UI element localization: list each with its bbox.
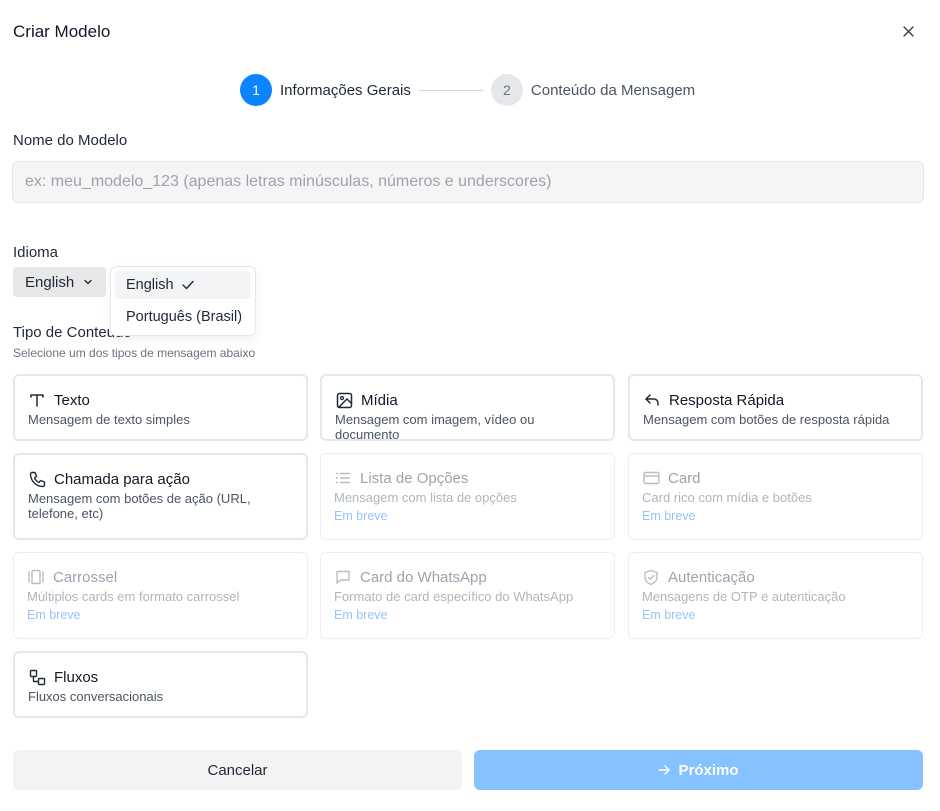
phone-icon xyxy=(28,470,46,488)
card-description: Formato de card específico do WhatsApp xyxy=(334,589,574,604)
stepper: 1 Informações Gerais 2 Conteúdo da Mensa… xyxy=(240,74,695,106)
content-type-card-text[interactable]: Texto Mensagem de texto simples xyxy=(13,374,308,441)
content-type-card-call-to-action[interactable]: Chamada para ação Mensagem com botões de… xyxy=(13,453,308,540)
list-icon xyxy=(334,469,352,487)
card-title: Resposta Rápida xyxy=(669,391,785,409)
check-icon xyxy=(181,280,194,290)
language-select-value: English xyxy=(25,273,75,291)
cancel-button[interactable]: Cancelar xyxy=(13,750,462,790)
content-type-card-card: Card Card rico com mídia e botões Em bre… xyxy=(628,453,923,540)
card-title: Texto xyxy=(54,391,90,409)
text-icon xyxy=(28,391,46,409)
name-field-label: Nome do Modelo xyxy=(13,132,128,149)
shield-check-icon xyxy=(642,568,660,586)
step-2-label: Conteúdo da Mensagem xyxy=(530,81,696,99)
coming-soon-label: Em breve xyxy=(334,509,388,523)
coming-soon-label: Em breve xyxy=(642,608,696,622)
coming-soon-label: Em breve xyxy=(27,608,81,622)
reply-icon xyxy=(643,391,661,409)
card-title: Mídia xyxy=(361,391,398,409)
name-input[interactable] xyxy=(12,161,924,203)
content-type-card-authentication: Autenticação Mensagens de OTP e autentic… xyxy=(628,552,923,639)
carousel-icon xyxy=(27,568,45,586)
content-type-card-media[interactable]: Mídia Mensagem com imagem, vídeo ou docu… xyxy=(320,374,615,442)
content-type-card-carousel: Carrossel Múltiplos cards em formato car… xyxy=(13,552,308,639)
modal-title: Criar Modelo xyxy=(13,22,111,41)
content-type-card-whatsapp-card: Card do WhatsApp Formato de card específ… xyxy=(320,552,615,639)
card-description: Múltiplos cards em formato carrossel xyxy=(27,589,240,604)
content-type-sublabel: Selecione um dos tipos de mensagem abaix… xyxy=(13,346,256,360)
coming-soon-label: Em breve xyxy=(642,509,696,523)
language-select[interactable]: English xyxy=(13,267,106,297)
card-title: Fluxos xyxy=(54,668,99,686)
message-square-icon xyxy=(334,568,352,586)
close-button[interactable] xyxy=(898,21,918,41)
card-title: Card xyxy=(668,469,701,487)
card-title: Autenticação xyxy=(668,568,755,586)
chevron-down-icon xyxy=(83,277,93,287)
content-type-card-flows[interactable]: Fluxos Fluxos conversacionais xyxy=(13,651,308,718)
step-1-label: Informações Gerais xyxy=(280,81,411,99)
card-title: Chamada para ação xyxy=(54,470,190,488)
content-type-card-list: Lista de Opções Mensagem com lista de op… xyxy=(320,453,615,540)
card-description: Mensagem com botões de resposta rápida xyxy=(643,412,890,427)
card-description: Mensagem de texto simples xyxy=(28,412,190,427)
language-label: Idioma xyxy=(13,244,59,261)
card-title: Card do WhatsApp xyxy=(360,568,487,586)
workflow-icon xyxy=(28,668,46,686)
card-title: Lista de Opções xyxy=(360,469,469,487)
credit-card-icon xyxy=(642,469,660,487)
close-icon xyxy=(902,25,914,37)
card-description: Card rico com mídia e botões xyxy=(642,490,812,505)
language-option-english[interactable]: English xyxy=(115,271,251,299)
arrow-right-icon xyxy=(658,764,671,776)
next-button[interactable]: Próximo xyxy=(474,750,923,790)
content-type-card-quick-reply[interactable]: Resposta Rápida Mensagem com botões de r… xyxy=(628,374,923,441)
card-description: Mensagem com imagem, vídeo ou documento xyxy=(335,412,535,442)
coming-soon-label: Em breve xyxy=(334,608,388,622)
language-dropdown: English Português (Brasil) xyxy=(110,266,256,336)
step-connector xyxy=(418,89,483,91)
step-1-indicator: 1 xyxy=(240,74,272,106)
next-button-label: Próximo xyxy=(678,761,739,779)
card-description: Mensagens de OTP e autenticação xyxy=(642,589,846,604)
step-2-indicator: 2 xyxy=(490,74,523,106)
card-description: Fluxos conversacionais xyxy=(28,689,164,704)
card-description: Mensagem com lista de opções xyxy=(334,490,517,505)
language-option-portuguese[interactable]: Português (Brasil) xyxy=(115,303,251,331)
card-description: Mensagem com botões de ação (URL, telefo… xyxy=(28,491,251,521)
image-icon xyxy=(335,391,353,409)
card-title: Carrossel xyxy=(53,568,118,586)
